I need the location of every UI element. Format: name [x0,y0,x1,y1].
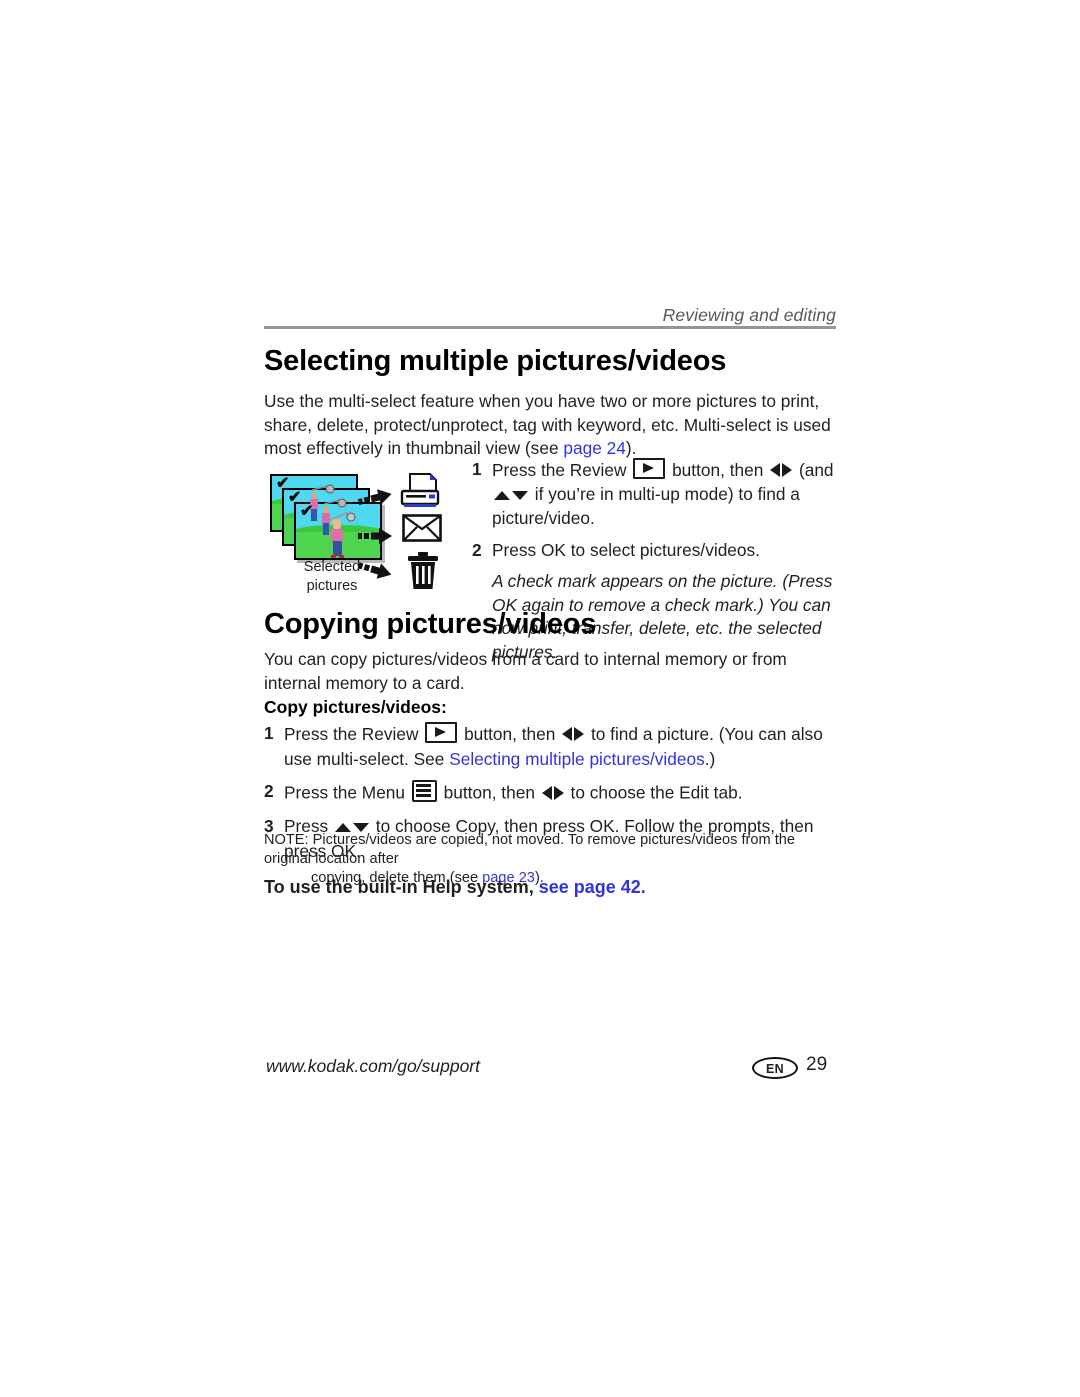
step-text: Press the Review button, then (and if yo… [492,458,838,530]
caption-line-2: pictures [306,578,358,594]
list-item: 1 Press the Review button, then (and if … [472,458,838,530]
header-rule [264,326,836,329]
note-line-a: Pictures/videos are copied, not moved. T… [264,832,796,867]
step-text-c: to choose the Edit tab. [565,782,743,803]
help-system-line: To use the built-in Help system, see pag… [264,877,646,898]
manual-page: Reviewing and editing Selecting multiple… [0,0,1080,1397]
menu-button-icon [411,780,437,802]
page-number: 29 [806,1054,828,1075]
step-text-d: .) [704,748,716,769]
step-text: Press OK to select pictures/videos. A ch… [492,539,838,664]
step-text-a: Press the Menu [284,782,410,803]
subheading-copy-pictures: Copy pictures/videos: [264,697,447,717]
step-number: 1 [264,723,274,743]
page-title-selecting: Selecting multiple pictures/videos [264,345,727,377]
footer-support-url[interactable]: www.kodak.com/go/support [266,1056,480,1077]
step-text: Press the Review button, then to find a … [284,722,838,771]
check-mark-icon: ✔ [276,475,290,492]
left-right-arrows-icon [562,724,585,748]
see-page-42-link[interactable]: see page 42. [539,877,646,897]
review-button-icon [633,458,666,479]
selecting-multiple-link[interactable]: Selecting multiple pictures/videos [449,749,705,769]
page-title-copying: Copying pictures/videos [264,608,597,640]
review-button-icon [425,722,458,743]
step-text: Press the Menu button, then to choose th… [284,780,838,806]
trash-icon [408,552,438,589]
left-right-arrows-icon [541,783,564,807]
intro-paragraph-copying: You can copy pictures/videos from a card… [264,649,787,693]
step-number: 2 [472,540,482,560]
step-text-b: button, then [667,460,769,480]
intro-text-a: Use the multi-select feature when you ha… [264,391,831,458]
page-24-link[interactable]: page 24 [563,438,625,458]
step-text-c: (and [794,460,834,480]
check-mark-icon: ✔ [288,489,302,506]
step-text-a: Press the Review [284,724,424,744]
list-item: 1 Press the Review button, then to find … [264,722,838,771]
step-text-b: button, then [459,724,561,744]
up-down-arrows-icon [494,484,528,507]
list-item: 2 Press the Menu button, then to choose … [264,780,838,806]
photo-thumbnail: ✔ [294,502,382,560]
step-text-a: Press OK to select pictures/videos. [492,540,760,560]
intro-paragraph-selecting: Use the multi-select feature when you ha… [264,390,838,461]
step-text-d: if you’re in multi-up mode) to find a pi… [492,484,800,528]
check-mark-icon: ✔ [300,503,314,520]
left-right-arrows-icon [770,460,793,483]
step-number: 2 [264,781,274,801]
language-badge: EN [752,1057,798,1079]
running-head: Reviewing and editing [662,305,836,325]
help-text: To use the built-in Help system, [264,877,539,897]
step-text-b: button, then [438,782,540,803]
step-text-a: Press the Review [492,460,632,480]
list-item: 2 Press OK to select pictures/videos. A … [472,539,838,664]
printer-icon [400,473,440,507]
envelope-icon [402,514,442,542]
step-number: 1 [472,459,482,479]
note-label: NOTE: [264,832,309,848]
intro-text-b: ). [625,438,637,458]
